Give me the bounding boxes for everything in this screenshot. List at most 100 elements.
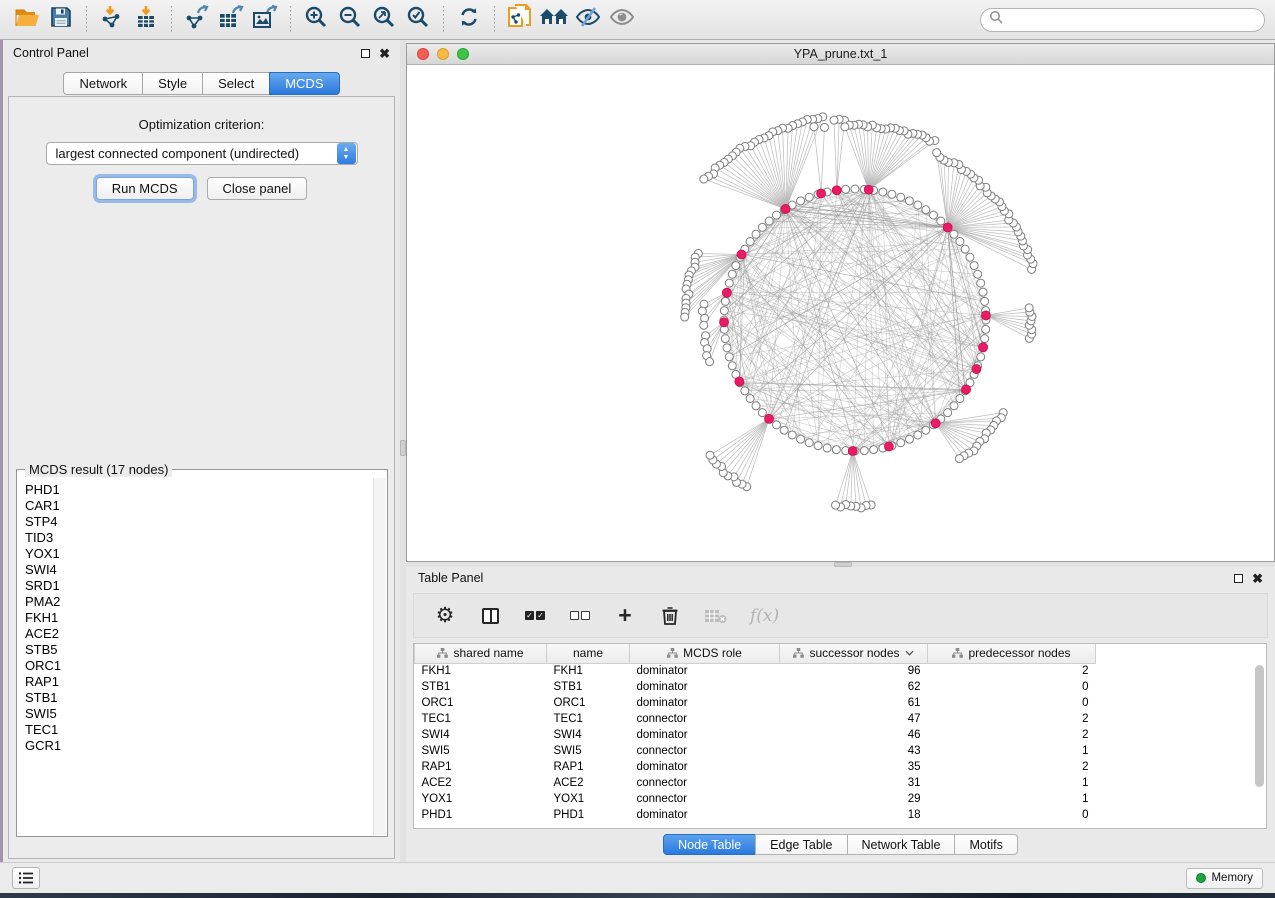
network-node[interactable] (797, 197, 805, 205)
mcds-result-item[interactable]: PMA2 (25, 594, 373, 610)
table-row[interactable]: YOX1YOX1connector291 (415, 791, 1096, 807)
network-window-titlebar[interactable]: YPA_prune.txt_1 (407, 44, 1274, 65)
open-session-button[interactable] (10, 5, 44, 35)
network-node[interactable] (842, 185, 850, 193)
table-settings-button[interactable]: ⚙ (434, 604, 456, 628)
close-panel-icon[interactable]: ✖ (1252, 572, 1263, 585)
show-columns-button[interactable] (479, 604, 501, 628)
deselect-all-button[interactable] (569, 604, 591, 628)
mcds-result-item[interactable]: RAP1 (25, 674, 373, 690)
network-node[interactable] (805, 439, 813, 447)
dominator-hub-node[interactable] (943, 223, 952, 232)
network-node[interactable] (879, 188, 887, 196)
tab-network[interactable]: Network (63, 72, 143, 95)
dominator-hub-node[interactable] (735, 377, 744, 386)
network-node[interactable] (937, 217, 945, 225)
network-node[interactable] (922, 426, 930, 434)
network-node[interactable] (961, 245, 969, 253)
tab-motifs[interactable]: Motifs (954, 834, 1017, 855)
export-image-button[interactable] (248, 5, 282, 35)
dominator-hub-node[interactable] (864, 185, 873, 194)
network-node[interactable] (758, 223, 766, 231)
mcds-result-item[interactable]: FKH1 (25, 610, 373, 626)
save-session-button[interactable] (44, 5, 78, 35)
network-node[interactable] (728, 270, 736, 278)
search-input[interactable] (1003, 13, 1256, 27)
network-node[interactable] (970, 262, 978, 270)
table-row[interactable]: STB1STB1dominator620 (415, 679, 1096, 695)
criterion-dropdown[interactable]: largest connected component (undirected)… (46, 142, 358, 165)
network-node[interactable] (956, 237, 964, 245)
network-overview-button[interactable] (537, 5, 571, 35)
close-panel-icon[interactable]: ✖ (379, 47, 390, 60)
dominator-hub-node[interactable] (962, 385, 971, 394)
network-node[interactable] (950, 402, 958, 410)
network-node[interactable] (841, 123, 849, 131)
network-node[interactable] (772, 211, 780, 219)
network-node[interactable] (788, 431, 796, 439)
network-node[interactable] (723, 344, 731, 352)
close-panel-button[interactable]: Close panel (207, 177, 308, 200)
zoom-out-button[interactable] (333, 5, 367, 35)
network-node[interactable] (752, 230, 760, 238)
dominator-hub-node[interactable] (972, 365, 981, 374)
scrollbar-thumb[interactable] (1255, 665, 1264, 787)
network-node[interactable] (805, 193, 813, 201)
table-row[interactable]: FKH1FKH1dominator962 (415, 663, 1096, 679)
network-node[interactable] (820, 123, 828, 131)
network-node[interactable] (930, 211, 938, 219)
network-node[interactable] (700, 321, 708, 329)
column-header-successor-nodes[interactable]: successor nodes (780, 644, 928, 663)
column-header-predecessor-nodes[interactable]: predecessor nodes (928, 644, 1096, 663)
network-node[interactable] (832, 446, 840, 454)
network-node[interactable] (830, 116, 838, 124)
table-row[interactable]: PHD1PHD1dominator180 (415, 807, 1096, 823)
run-mcds-button[interactable]: Run MCDS (96, 177, 194, 200)
network-node[interactable] (746, 395, 754, 403)
network-node[interactable] (725, 353, 733, 361)
network-node[interactable] (933, 149, 941, 157)
mcds-result-item[interactable]: PHD1 (25, 482, 373, 498)
mcds-result-item[interactable]: GCR1 (25, 738, 373, 754)
memory-button[interactable]: Memory (1186, 868, 1263, 889)
network-node[interactable] (870, 446, 878, 454)
mcds-result-item[interactable]: YOX1 (25, 546, 373, 562)
dominator-hub-node[interactable] (720, 318, 729, 327)
tab-select[interactable]: Select (202, 72, 270, 95)
network-node[interactable] (982, 325, 990, 333)
mcds-result-item[interactable]: TID3 (25, 530, 373, 546)
dominator-hub-node[interactable] (832, 186, 841, 195)
network-node[interactable] (810, 123, 818, 131)
export-table-button[interactable] (214, 5, 248, 35)
network-node[interactable] (977, 279, 985, 287)
tab-style[interactable]: Style (142, 72, 203, 95)
window-maximize-icon[interactable] (457, 48, 469, 60)
table-row[interactable]: TEC1TEC1connector472 (415, 711, 1096, 727)
network-node[interactable] (977, 353, 985, 361)
export-network-button[interactable] (180, 5, 214, 35)
mcds-result-item[interactable]: SRD1 (25, 578, 373, 594)
network-node[interactable] (981, 297, 989, 305)
dominator-hub-node[interactable] (781, 204, 790, 213)
network-node[interactable] (860, 447, 868, 455)
column-header-mcds-role[interactable]: MCDS role (630, 644, 780, 663)
network-node[interactable] (780, 426, 788, 434)
network-node[interactable] (956, 395, 964, 403)
network-node[interactable] (758, 409, 766, 417)
import-network-button[interactable] (95, 5, 129, 35)
network-node[interactable] (905, 435, 913, 443)
network-node[interactable] (981, 335, 989, 343)
network-node[interactable] (914, 431, 922, 439)
table-row[interactable]: RAP1RAP1dominator352 (415, 759, 1096, 775)
network-node[interactable] (720, 307, 728, 315)
float-panel-icon[interactable] (1234, 574, 1243, 583)
network-node[interactable] (888, 190, 896, 198)
network-node[interactable] (706, 358, 714, 366)
network-node[interactable] (950, 230, 958, 238)
network-node[interactable] (851, 185, 859, 193)
dominator-hub-node[interactable] (981, 311, 990, 320)
column-header-shared-name[interactable]: shared name (415, 644, 547, 663)
network-node[interactable] (681, 313, 689, 321)
network-node[interactable] (974, 270, 982, 278)
result-scrollbar[interactable] (373, 478, 386, 835)
